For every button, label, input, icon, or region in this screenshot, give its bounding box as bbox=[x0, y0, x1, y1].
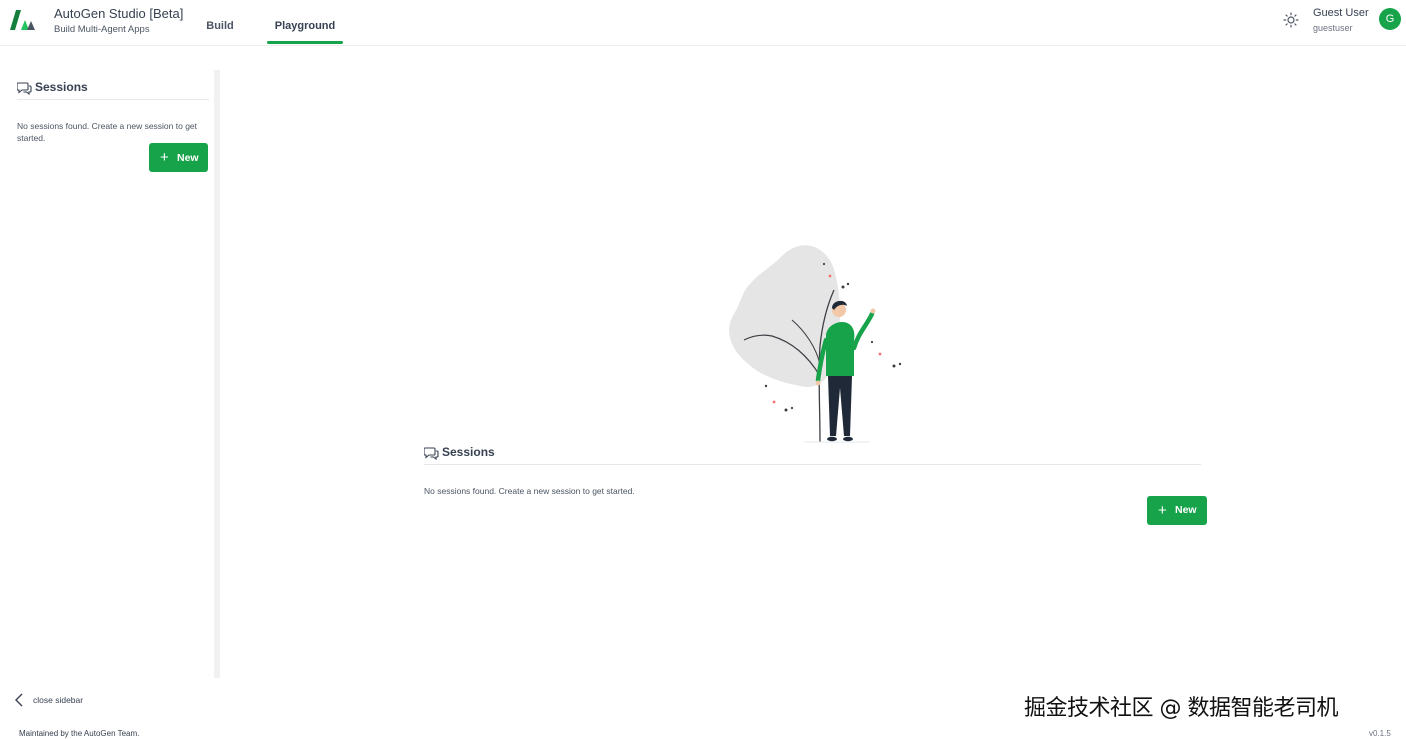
user-id: guestuser bbox=[1313, 23, 1353, 33]
autogen-logo-icon[interactable] bbox=[10, 8, 36, 32]
top-header: AutoGen Studio [Beta] Build Multi-Agent … bbox=[0, 0, 1406, 46]
version-label: v0.1.5 bbox=[1369, 729, 1391, 738]
chevron-left-icon bbox=[15, 693, 23, 707]
sidebar-empty-message: No sessions found. Create a new session … bbox=[17, 121, 198, 143]
avatar[interactable]: G bbox=[1379, 8, 1401, 30]
plus-icon: + bbox=[1158, 502, 1167, 519]
sidebar-sessions-header: Sessions bbox=[17, 80, 209, 100]
plus-icon: + bbox=[160, 149, 169, 166]
tab-playground[interactable]: Playground bbox=[267, 20, 343, 46]
main-new-label: New bbox=[1175, 504, 1197, 516]
main-empty-message: No sessions found. Create a new session … bbox=[424, 486, 635, 496]
close-sidebar-label: close sidebar bbox=[33, 695, 84, 705]
main-new-session-button[interactable]: + New bbox=[1147, 496, 1207, 525]
app-title: AutoGen Studio [Beta] bbox=[54, 6, 184, 21]
sidebar-new-label: New bbox=[177, 152, 199, 164]
user-name: Guest User bbox=[1313, 7, 1369, 19]
sidebar-resize-bar[interactable] bbox=[214, 70, 220, 678]
app-subtitle: Build Multi-Agent Apps bbox=[54, 24, 150, 35]
main-sessions-title: Sessions bbox=[442, 445, 495, 459]
sidebar-new-session-button[interactable]: + New bbox=[149, 143, 208, 172]
tab-build[interactable]: Build bbox=[196, 20, 244, 46]
empty-state-illustration bbox=[729, 245, 902, 443]
main-sessions-header: Sessions bbox=[424, 444, 1201, 465]
maintained-by-text: Maintained by the AutoGen Team. bbox=[19, 729, 140, 738]
chat-bubbles-icon bbox=[424, 447, 439, 460]
watermark-text: 掘金技术社区 @ 数据智能老司机 bbox=[1024, 696, 1339, 721]
sun-icon[interactable] bbox=[1283, 12, 1299, 28]
sidebar-sessions-title: Sessions bbox=[35, 80, 88, 94]
chat-bubbles-icon bbox=[17, 82, 32, 95]
